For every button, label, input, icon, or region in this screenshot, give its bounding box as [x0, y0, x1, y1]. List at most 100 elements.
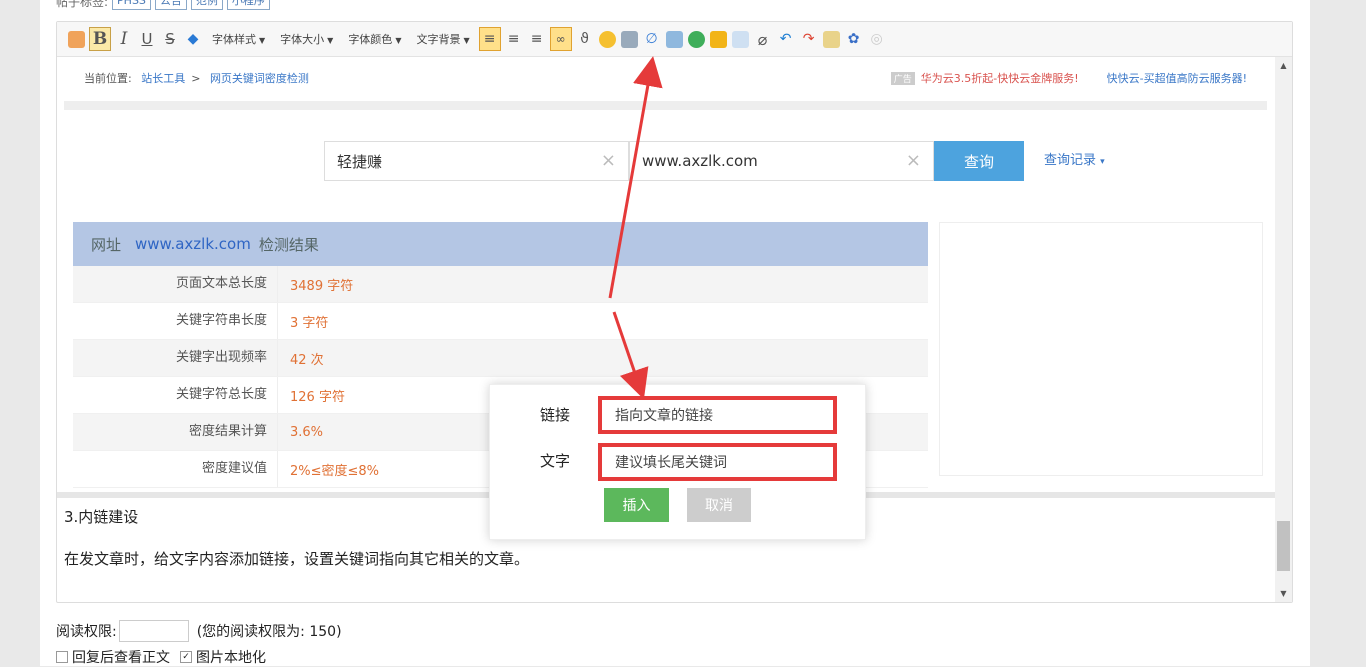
breadcrumb: 当前位置: 站长工具 > 网页关键词密度检测 [84, 70, 315, 86]
tags-label: 帖子标签: [56, 0, 109, 9]
read-permission-row: 阅读权限: (您的阅读权限为: 150) [56, 620, 342, 642]
breadcrumb-link[interactable]: 网页关键词密度检测 [210, 72, 309, 85]
table-row: 页面文本总长度 3489 字符 [73, 266, 928, 303]
align-right-icon[interactable]: ≡ [527, 28, 547, 50]
eraser-icon[interactable]: ◆ [183, 28, 203, 50]
article-paragraph: 在发文章时，给文字内容添加链接，设置关键词指向其它相关的文章。 [64, 550, 530, 568]
link-url-placeholder: 指向文章的链接 [615, 408, 713, 424]
row-value: 126 字符 [290, 389, 345, 405]
tag-item[interactable]: 公告 [154, 0, 187, 10]
options-row: 回复后查看正文 ✓ 图片本地化 [56, 647, 342, 667]
keyword-value: 轻捷赚 [337, 152, 383, 171]
font-style-label: 字体样式 [212, 33, 256, 46]
row-value: 3 字符 [290, 315, 329, 331]
insert-link-icon[interactable]: ∞ [549, 27, 572, 51]
document-icon[interactable] [731, 30, 749, 48]
clear-icon[interactable]: × [601, 150, 616, 171]
breadcrumb-prefix: 当前位置: [84, 72, 132, 85]
text-label: 文字 [540, 452, 571, 470]
scroll-up-icon[interactable]: ▲ [1275, 57, 1292, 74]
font-color-dropdown[interactable]: 字体颜色 ▼ [348, 31, 401, 47]
scroll-down-icon[interactable]: ▼ [1275, 585, 1292, 602]
divider [64, 101, 1267, 110]
tag-item[interactable]: 小程序 [226, 0, 270, 10]
post-tags: 帖子标签: PHSS 公告 范例 小程序 [56, 0, 270, 10]
font-color-label: 字体颜色 [348, 33, 393, 46]
cancel-button[interactable]: 取消 [687, 488, 751, 522]
link-text-input[interactable]: 建议填长尾关键词 [598, 443, 837, 481]
reply-to-view-label: 回复后查看正文 [72, 650, 170, 666]
ad-badge: 广告 [890, 72, 915, 85]
table-row: 关键字符串长度 3 字符 [73, 303, 928, 340]
tag-item[interactable]: PHSS [112, 0, 151, 10]
link-text-placeholder: 建议填长尾关键词 [615, 455, 727, 471]
post-options: 阅读权限: (您的阅读权限为: 150) 回复后查看正文 ✓ 图片本地化 [56, 620, 342, 667]
text-background-dropdown[interactable]: 文字背景 ▼ [416, 31, 469, 47]
result-head-suffix: 检测结果 [258, 235, 319, 254]
image-localize-checkbox[interactable]: ✓ [180, 651, 192, 663]
result-head-site[interactable]: www.axzlk.com [135, 235, 251, 253]
promo-links: 广告 华为云3.5折起-快快云金牌服务! 快快云-买超值高防云服务器! [890, 70, 1247, 86]
scroll-thumb[interactable] [1277, 521, 1290, 571]
read-permission-note: (您的阅读权限为: 150) [196, 624, 342, 640]
align-center-icon[interactable]: ≡ [504, 28, 524, 50]
emoji-icon[interactable] [598, 30, 616, 48]
result-header: 网址 www.axzlk.com 检测结果 [73, 222, 928, 266]
insert-smiley-icon[interactable] [68, 30, 85, 48]
url-input[interactable]: www.axzlk.com × [629, 141, 934, 181]
row-label: 关键字符串长度 [73, 303, 278, 339]
font-style-dropdown[interactable]: 字体样式 ▼ [212, 31, 265, 47]
italic-button[interactable]: I [114, 28, 134, 50]
tag-item[interactable]: 范例 [190, 0, 223, 10]
article-heading: 3.内链建设 [64, 508, 139, 526]
strikethrough-button[interactable]: S [160, 28, 180, 50]
row-label: 页面文本总长度 [73, 266, 278, 302]
reply-to-view-checkbox[interactable] [56, 651, 68, 663]
breadcrumb-separator: > [191, 72, 201, 85]
clear-icon[interactable]: × [906, 150, 921, 171]
read-permission-label: 阅读权限: [56, 624, 117, 640]
keyword-input[interactable]: 轻捷赚 × [324, 141, 629, 181]
table-icon[interactable] [665, 30, 683, 48]
folder-icon[interactable] [709, 30, 727, 48]
unlink-icon[interactable]: ϑ [575, 28, 595, 50]
link-url-input[interactable]: 指向文章的链接 [598, 396, 837, 434]
read-permission-input[interactable] [118, 620, 189, 642]
undo-icon[interactable]: ↶ [776, 28, 796, 50]
promo-link-2[interactable]: 快快云-买超值高防云服务器! [1107, 72, 1247, 85]
table-row: 关键字出现频率 42 次 [73, 340, 928, 377]
music-icon[interactable] [687, 30, 705, 48]
page-container: 帖子标签: PHSS 公告 范例 小程序 B I U S ◆ 字体样式 ▼ 字体大… [40, 0, 1310, 666]
url-value: www.axzlk.com [642, 152, 758, 170]
hide-icon[interactable]: ◎ [867, 28, 887, 50]
query-button[interactable]: 查询 [934, 141, 1024, 181]
result-head-prefix: 网址 [91, 235, 122, 254]
insert-button[interactable]: 插入 [604, 488, 669, 522]
paw-icon[interactable]: ✿ [844, 28, 864, 50]
font-size-dropdown[interactable]: 字体大小 ▼ [280, 31, 333, 47]
query-history-label: 查询记录 [1044, 153, 1097, 168]
breadcrumb-link[interactable]: 站长工具 [141, 72, 185, 85]
align-left-icon[interactable]: ≡ [478, 27, 501, 51]
row-value: 3489 字符 [290, 278, 354, 294]
redo-icon[interactable]: ↷ [799, 28, 819, 50]
no-format-icon[interactable]: ⌀ [753, 28, 773, 50]
editor-scrollbar[interactable]: ▲ ▼ [1275, 57, 1292, 602]
bold-button[interactable]: B [89, 27, 111, 51]
image-localize-label: 图片本地化 [196, 650, 266, 666]
query-history-link[interactable]: 查询记录 ▾ [1044, 141, 1105, 182]
promo-link-1[interactable]: 华为云3.5折起-快快云金牌服务! [921, 72, 1079, 85]
editor-toolbar: B I U S ◆ 字体样式 ▼ 字体大小 ▼ 字体颜色 ▼ 文字背景 ▼ ≡ ≡ ≡ … [57, 22, 1292, 57]
row-label: 密度结果计算 [73, 414, 278, 450]
search-bar: 轻捷赚 × www.axzlk.com × 查询 查询记录 ▾ [324, 141, 1105, 182]
side-panel [939, 222, 1263, 476]
insert-link-dialog: 链接 指向文章的链接 文字 建议填长尾关键词 插入 取消 [489, 384, 866, 540]
row-value: 3.6% [290, 424, 324, 440]
link-label: 链接 [540, 406, 571, 424]
image-icon[interactable] [620, 30, 638, 48]
underline-button[interactable]: U [137, 28, 157, 50]
row-label: 密度建议值 [73, 451, 278, 487]
attachment-icon[interactable]: ∅ [642, 28, 662, 50]
fullscreen-icon[interactable] [822, 30, 840, 48]
row-value: 2%≤密度≤8% [290, 463, 380, 479]
